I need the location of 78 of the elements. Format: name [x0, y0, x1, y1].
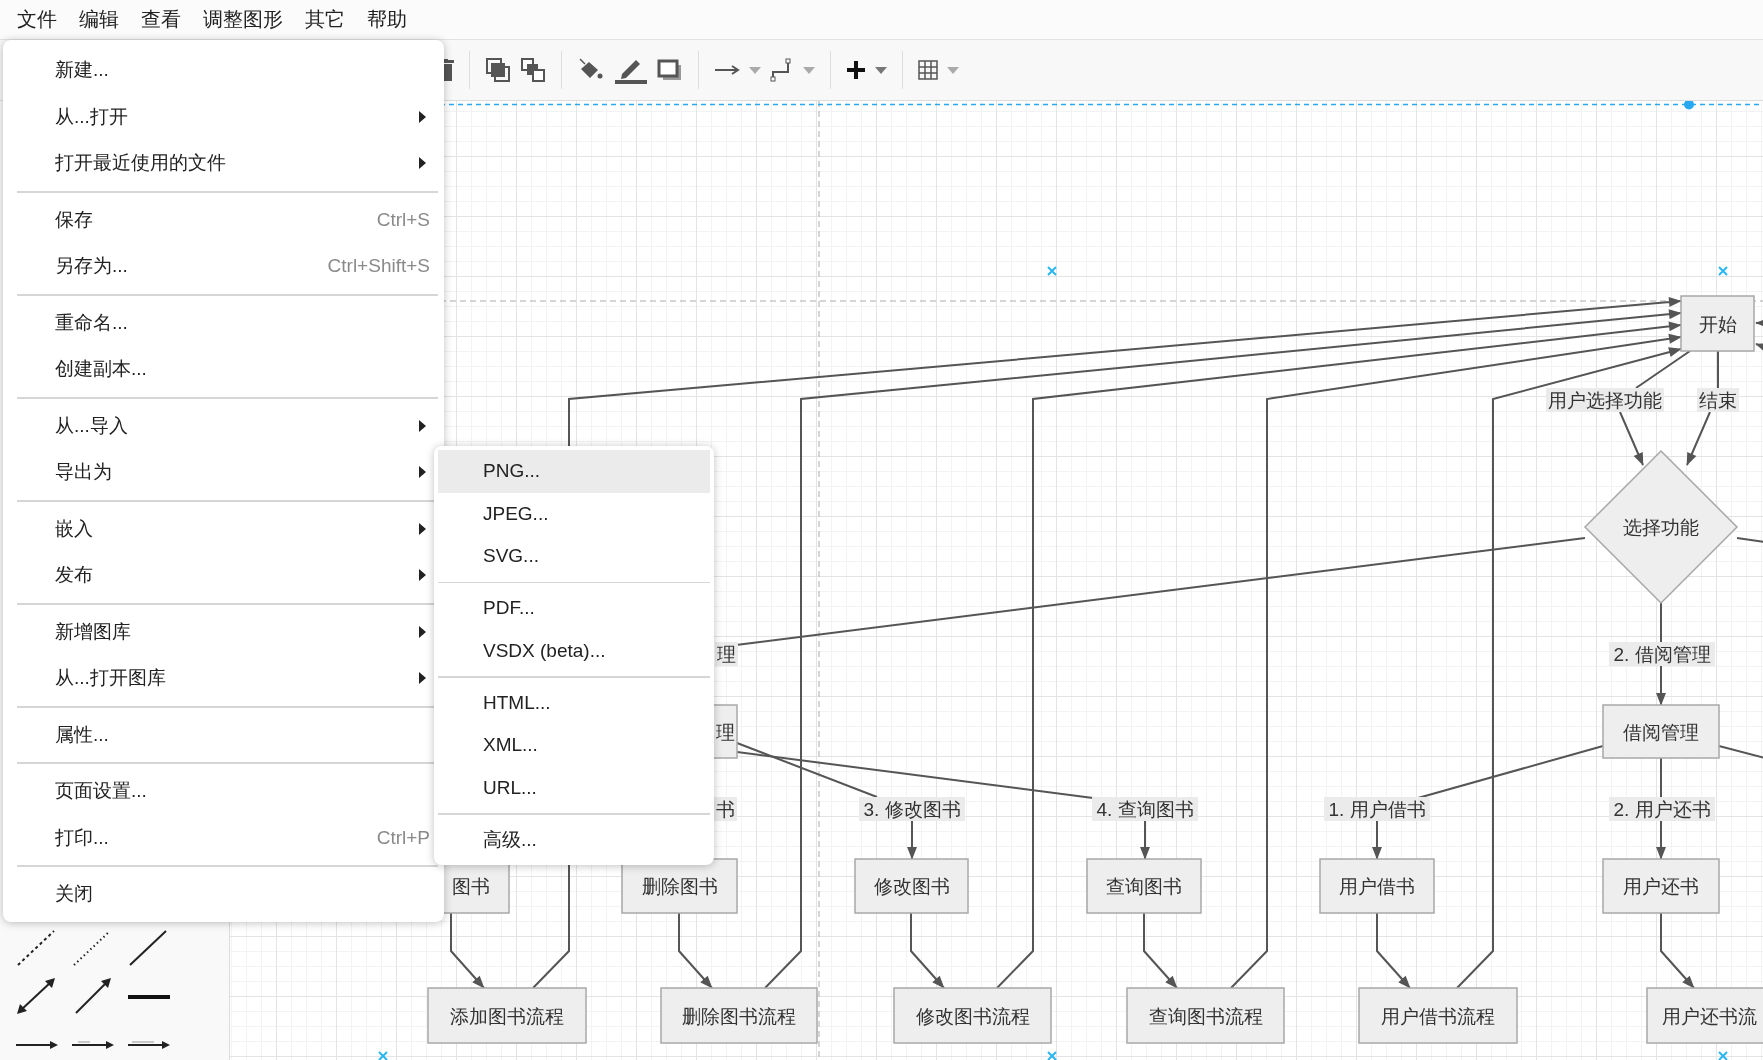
menu-item[interactable]: 嵌入 [55, 515, 93, 542]
edge-label: 理 [715, 642, 738, 666]
menu-item[interactable]: 重命名... [55, 309, 128, 336]
shortcut-label: Ctrl+S [376, 208, 430, 231]
bring-to-front-icon[interactable] [485, 57, 511, 83]
connector-arrow [1686, 411, 1711, 466]
menu-title[interactable]: 调整图形 [192, 6, 294, 33]
cross-marker-icon [378, 1051, 388, 1060]
edge-label: 1. 用户借书 [1324, 797, 1430, 821]
connector-arrow-icon[interactable] [714, 64, 740, 76]
menu-item[interactable]: 关闭 [55, 881, 93, 908]
connector-arrow [1755, 318, 1763, 328]
shortcut-label: Ctrl+Shift+S [327, 255, 430, 278]
menu-item[interactable]: 新建... [55, 57, 109, 84]
edge-label: 2. 用户还书 [1609, 797, 1715, 821]
table-icon[interactable] [918, 60, 938, 80]
edge-label: 4. 查询图书 [1092, 797, 1198, 821]
edge-label: 2. 借阅管理 [1609, 642, 1715, 666]
cross-marker-icon [1047, 1051, 1057, 1060]
connector-line [1660, 757, 1662, 798]
connector-line [1718, 745, 1763, 759]
menu-item[interactable]: PDF... [438, 587, 710, 630]
flowchart-node: 查询图书 [1086, 858, 1202, 914]
flowchart-node: 开始 [1680, 295, 1755, 352]
menu-item[interactable]: 创建副本... [55, 356, 147, 383]
flowchart-node: 查询图书流程 [1126, 987, 1285, 1044]
flowchart-node: 用户借书流程 [1358, 987, 1518, 1044]
flowchart-node: 借阅管理 [1602, 704, 1720, 759]
send-to-back-icon[interactable] [520, 57, 546, 83]
flowchart-node: 用户借书 [1319, 858, 1435, 914]
menu-item[interactable]: 导出为 [55, 459, 112, 486]
menu-title[interactable]: 其它 [294, 6, 356, 33]
connector-line [1635, 350, 1691, 389]
flowchart-node: 修改图书流程 [893, 987, 1052, 1044]
flowchart-node: 删除图书 [621, 858, 738, 914]
connector-line [1736, 537, 1763, 543]
menu-title[interactable]: 帮助 [356, 6, 418, 33]
menu-item[interactable]: SVG... [438, 535, 710, 578]
menu-item[interactable]: VSDX (beta)... [438, 629, 710, 672]
decision-node: 选择功能 [1583, 449, 1739, 605]
flowchart-node: 用户还书 [1602, 858, 1720, 914]
cross-marker-icon [1718, 1051, 1728, 1060]
menu-item[interactable]: 从...打开图库 [55, 665, 166, 692]
flowchart-node: 添加图书流程 [427, 987, 587, 1044]
menu-item[interactable]: 从...导入 [55, 412, 128, 439]
menu-item[interactable]: 打印... [55, 824, 109, 851]
connector-arrow [1755, 343, 1763, 353]
menu-item[interactable]: 属性... [55, 721, 109, 748]
menu-item[interactable]: PNG... [438, 450, 710, 493]
menu-item[interactable]: 发布 [55, 562, 93, 589]
shortcut-label: Ctrl+P [376, 826, 430, 849]
edge-label: 结束 [1697, 388, 1739, 412]
menu-item[interactable]: JPEG... [438, 492, 710, 535]
edge-label: 3. 修改图书 [859, 797, 965, 821]
flowchart-node: 删除图书流程 [660, 987, 818, 1044]
menu-title[interactable]: 文件 [6, 6, 68, 33]
connector-line [1717, 350, 1719, 389]
flowchart-node: 用户还书流 [1646, 987, 1763, 1044]
caret-icon[interactable] [875, 66, 887, 74]
cross-marker-icon [1047, 266, 1057, 276]
menu-item[interactable]: 页面设置... [55, 778, 147, 805]
menu-item[interactable]: 从...打开 [55, 103, 128, 130]
edge-label: 书 [714, 797, 737, 821]
plus-icon[interactable] [846, 60, 866, 80]
flowchart-node: 修改图书 [854, 858, 969, 914]
waypoint-icon[interactable] [770, 58, 794, 82]
menu-item[interactable]: 打开最近使用的文件 [55, 150, 226, 177]
menu-title[interactable]: 查看 [130, 6, 192, 33]
edge-label: 用户选择功能 [1546, 388, 1664, 412]
cross-marker-icon [1718, 266, 1728, 276]
connector-line [1660, 602, 1662, 643]
menu-item[interactable]: 新增图库 [55, 618, 131, 645]
menu-item[interactable]: 保存 [55, 206, 93, 233]
menu-title[interactable]: 编辑 [68, 6, 130, 33]
menu-item[interactable]: URL... [438, 766, 710, 809]
menu-item[interactable]: 高级... [438, 818, 710, 861]
menu-item[interactable]: 另存为... [55, 253, 128, 280]
shadow-icon[interactable] [657, 58, 683, 82]
